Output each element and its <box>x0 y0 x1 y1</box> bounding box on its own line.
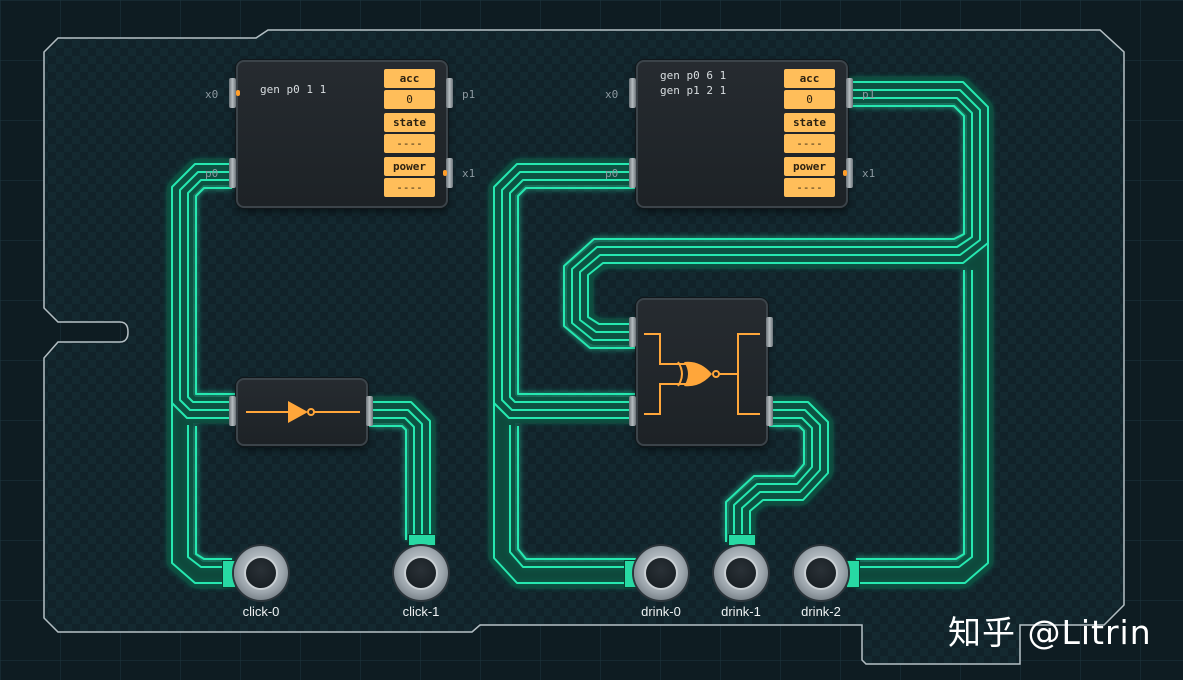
button-cap <box>804 556 838 590</box>
xor-gate-pin-out-1[interactable] <box>766 317 773 347</box>
chip-1-pin-x0-signal <box>236 90 240 96</box>
watermark: 知乎 @Litrin <box>948 613 1152 652</box>
reg-value: ---- <box>784 134 835 153</box>
not-gate-icon <box>246 401 360 423</box>
reg-value: 0 <box>384 90 435 109</box>
chip-1-pin-p0[interactable] <box>229 158 236 188</box>
chip-1-label-x0: x0 <box>205 88 219 101</box>
button-cap <box>244 556 278 590</box>
not-gate-pin-out[interactable] <box>366 396 373 426</box>
drink-2-label: drink-2 <box>801 604 841 619</box>
button-connector <box>408 534 436 546</box>
reg-label: state <box>784 113 835 132</box>
xor-gate-pin-out-2[interactable] <box>766 396 773 426</box>
reg-label: acc <box>384 69 435 88</box>
chip-2-reg-acc: acc 0 <box>784 69 835 109</box>
circuit-board <box>0 0 1183 680</box>
not-gate-chip[interactable] <box>236 378 368 446</box>
button-cap <box>644 556 678 590</box>
reg-value: ---- <box>784 178 835 197</box>
drink-1-label: drink-1 <box>721 604 761 619</box>
chip-2-pin-x1-signal <box>843 170 847 176</box>
chip-2-pin-p0[interactable] <box>629 158 636 188</box>
reg-label: power <box>384 157 435 176</box>
reg-label: power <box>784 157 835 176</box>
chip-2-label-p1: p1 <box>862 88 876 101</box>
drink-0-label: drink-0 <box>641 604 681 619</box>
chip-2-pin-x1[interactable] <box>846 158 853 188</box>
chip-2-label-x0: x0 <box>605 88 619 101</box>
chip-1-reg-power: power ---- <box>384 157 435 197</box>
reg-value: ---- <box>384 178 435 197</box>
drink-1-button[interactable] <box>714 546 768 600</box>
reg-value: ---- <box>384 134 435 153</box>
chip-1-label-x1: x1 <box>462 167 476 180</box>
chip-2-code[interactable]: gen p0 6 1 gen p1 2 1 <box>660 68 726 98</box>
click-1-button[interactable] <box>394 546 448 600</box>
reg-label: acc <box>784 69 835 88</box>
not-gate-pin-in[interactable] <box>229 396 236 426</box>
chip-2-pin-p1[interactable] <box>846 78 853 108</box>
chip-1-pin-x1-signal <box>443 170 447 176</box>
drink-2-button[interactable] <box>794 546 848 600</box>
button-connector <box>846 560 860 588</box>
chip-1-label-p1: p1 <box>462 88 476 101</box>
button-connector <box>728 534 756 546</box>
reg-label: state <box>384 113 435 132</box>
chip-1-pin-x1[interactable] <box>446 158 453 188</box>
reg-value: 0 <box>784 90 835 109</box>
click-0-button[interactable] <box>234 546 288 600</box>
xor-gate-pin-in-2[interactable] <box>629 396 636 426</box>
chip-1-pin-p1[interactable] <box>446 78 453 108</box>
click-1-label: click-1 <box>402 604 440 619</box>
xor-gate-pin-in-1[interactable] <box>629 317 636 347</box>
chip-1-label-p0: p0 <box>205 167 219 180</box>
chip-1-pin-x0[interactable] <box>229 78 236 108</box>
chip-1-reg-acc: acc 0 <box>384 69 435 109</box>
click-0-label: click-0 <box>242 604 280 619</box>
chip-2-label-x1: x1 <box>862 167 876 180</box>
xor-gate-icon <box>644 333 760 415</box>
chip-1-code[interactable]: gen p0 1 1 <box>260 82 326 97</box>
chip-2-reg-state: state ---- <box>784 113 835 153</box>
mc-chip-2[interactable]: gen p0 6 1 gen p1 2 1 acc 0 state ---- p… <box>636 60 848 208</box>
chip-2-label-p0: p0 <box>605 167 619 180</box>
chip-2-pin-x0[interactable] <box>629 78 636 108</box>
drink-0-button[interactable] <box>634 546 688 600</box>
button-cap <box>724 556 758 590</box>
button-cap <box>404 556 438 590</box>
chip-2-reg-power: power ---- <box>784 157 835 197</box>
chip-1-reg-state: state ---- <box>384 113 435 153</box>
mc-chip-1[interactable]: gen p0 1 1 acc 0 state ---- power ---- <box>236 60 448 208</box>
xor-gate-chip[interactable] <box>636 298 768 446</box>
